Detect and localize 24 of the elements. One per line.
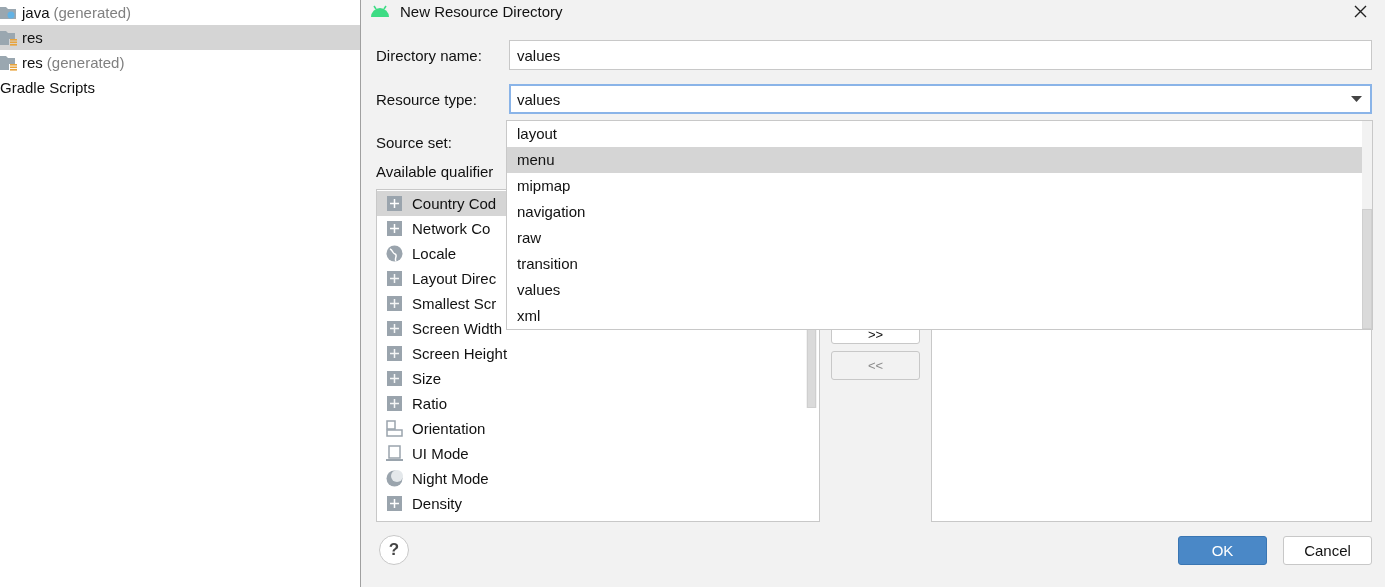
qualifier-label: Orientation bbox=[412, 420, 486, 437]
tree-item-label: java bbox=[22, 4, 50, 21]
field-label: Source set: bbox=[376, 133, 453, 151]
qualifier-label: Screen Width bbox=[412, 320, 503, 337]
field-label: Resource type: bbox=[376, 90, 478, 108]
tree-item-label: Gradle Scripts bbox=[0, 79, 96, 96]
tree-item-suffix: (generated) bbox=[46, 54, 125, 71]
qualifier-label: Country Cod bbox=[412, 195, 497, 212]
tree-item-label: res bbox=[22, 54, 43, 71]
window-title: New Resource Directory bbox=[400, 2, 564, 20]
qualifier-label: Screen Height bbox=[412, 345, 508, 362]
tree-item-suffix: (generated) bbox=[53, 4, 132, 21]
tree-item-label: res bbox=[22, 29, 43, 46]
section-label: Available qualifier bbox=[376, 163, 494, 180]
field-label: Directory name: bbox=[376, 46, 483, 64]
qualifier-label: Smallest Scr bbox=[412, 295, 497, 312]
qualifier-label: Size bbox=[412, 370, 442, 387]
qualifier-label: Locale bbox=[412, 245, 457, 262]
qualifier-label: Ratio bbox=[412, 395, 448, 412]
qualifier-label: Night Mode bbox=[412, 470, 489, 487]
qualifier-label: Layout Direc bbox=[412, 270, 497, 287]
qualifier-label: UI Mode bbox=[412, 445, 469, 462]
qualifier-label: Network Co bbox=[412, 220, 491, 237]
qualifier-label: Density bbox=[412, 495, 463, 512]
